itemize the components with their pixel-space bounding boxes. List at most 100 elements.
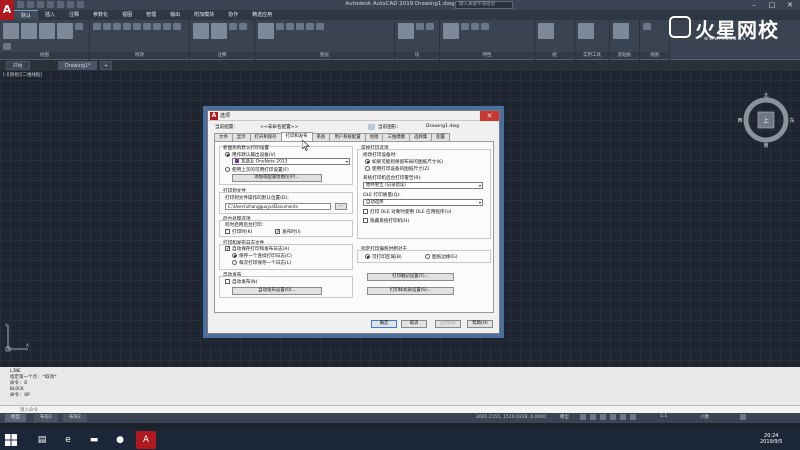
polyline-tool-icon[interactable] xyxy=(21,23,37,39)
offset-edge-radio[interactable] xyxy=(425,254,430,259)
line-tool-icon[interactable] xyxy=(3,23,19,39)
tab-profiles[interactable]: 配置 xyxy=(431,133,451,141)
model-space-toggle[interactable]: 模型 xyxy=(560,414,569,420)
tab-drafting[interactable]: 绘图 xyxy=(364,133,384,141)
ribbon-panel-label[interactable]: 视图 xyxy=(640,52,669,59)
paste-icon[interactable] xyxy=(613,23,629,39)
arc-tool-icon[interactable] xyxy=(57,23,73,39)
match-properties-icon[interactable] xyxy=(443,23,459,39)
ortho-icon[interactable] xyxy=(600,414,606,420)
autopublish-checkbox[interactable] xyxy=(225,279,230,284)
redo-icon[interactable] xyxy=(77,1,84,8)
tab-system[interactable]: 系统 xyxy=(311,133,331,141)
tab-files[interactable]: 文件 xyxy=(214,133,233,141)
tab-manage[interactable]: 管理 xyxy=(139,10,163,20)
application-menu-button[interactable]: A xyxy=(0,0,14,20)
plot-file-path-input[interactable]: C:\Users\zhangguoyu\Documents xyxy=(225,203,331,210)
browse-button[interactable]: ... xyxy=(335,203,347,210)
scale-tool-icon[interactable] xyxy=(163,23,171,30)
annotation-scale[interactable]: 1:1 xyxy=(660,414,667,419)
polar-icon[interactable] xyxy=(610,414,616,420)
add-plotter-button[interactable]: 添加或配置绘图仪(P)... xyxy=(232,174,322,182)
bg-publishing-checkbox[interactable]: ✓ xyxy=(275,229,280,235)
color-icon[interactable] xyxy=(461,23,469,30)
tab-collaborate[interactable]: 协作 xyxy=(221,10,245,20)
text-tool-icon[interactable] xyxy=(193,23,209,39)
ribbon-panel-label[interactable]: 块 xyxy=(395,52,439,59)
ribbon-panel-label[interactable]: 图层 xyxy=(255,52,394,59)
dialog-close-icon[interactable]: ✕ xyxy=(480,111,499,121)
dimension-tool-icon[interactable] xyxy=(211,23,227,39)
tab-layout1[interactable]: 布局1 xyxy=(34,414,58,422)
linetype-icon[interactable] xyxy=(481,23,489,30)
trim-tool-icon[interactable] xyxy=(113,23,121,30)
layer-lock-icon[interactable] xyxy=(306,23,314,30)
ole-app-checkbox[interactable] xyxy=(363,209,368,214)
layer-state-icon[interactable] xyxy=(276,23,284,30)
ribbon-panel-label[interactable]: 组 xyxy=(535,52,574,59)
compass-east[interactable]: 东 xyxy=(789,117,794,124)
file-explorer-icon[interactable]: ▤ xyxy=(32,431,52,449)
compass-north[interactable]: 北 xyxy=(763,92,768,99)
rotate-tool-icon[interactable] xyxy=(103,23,111,30)
apply-button[interactable]: 应用(A) xyxy=(435,320,461,328)
command-input[interactable]: 键入命令 xyxy=(0,405,800,413)
tab-insert[interactable]: 插入 xyxy=(38,10,62,20)
default-device-select[interactable]: 发送至 OneNote 2013 ▾ xyxy=(232,158,350,165)
undo-icon[interactable] xyxy=(67,1,74,8)
copy-tool-icon[interactable] xyxy=(123,23,131,30)
default-device-radio[interactable] xyxy=(225,152,230,157)
hatch-tool-icon[interactable] xyxy=(3,42,11,50)
save-icon[interactable] xyxy=(37,1,44,8)
tab-model[interactable]: 模型 xyxy=(5,414,26,422)
plot-icon[interactable] xyxy=(57,1,64,8)
last-used-radio[interactable] xyxy=(225,167,230,172)
rectangle-tool-icon[interactable] xyxy=(75,23,83,30)
group-icon[interactable] xyxy=(538,23,554,39)
tab-view[interactable]: 视图 xyxy=(115,10,139,20)
leader-tool-icon[interactable] xyxy=(229,23,237,30)
layer-match-icon[interactable] xyxy=(316,23,324,30)
customize-icon[interactable] xyxy=(740,414,746,420)
windows-start-icon[interactable] xyxy=(4,433,18,447)
tab-display[interactable]: 显示 xyxy=(231,133,251,141)
measure-icon[interactable] xyxy=(578,23,594,39)
tab-open-save[interactable]: 打开和保存 xyxy=(249,133,282,141)
layer-off-icon[interactable] xyxy=(286,23,294,30)
cancel-button[interactable]: 取消 xyxy=(401,320,427,328)
create-block-icon[interactable] xyxy=(416,23,424,30)
log-per-plot-radio[interactable] xyxy=(232,260,237,265)
tab-user-preferences[interactable]: 用户系统配置 xyxy=(329,133,366,141)
record-icon[interactable]: ● xyxy=(110,431,130,449)
close-icon[interactable]: ✕ xyxy=(781,0,799,10)
offset-printable-radio[interactable] xyxy=(365,254,370,259)
system-clock[interactable]: 20:24 2019/9/5 xyxy=(760,433,782,445)
new-file-icon[interactable] xyxy=(17,1,24,8)
ribbon-panel-label[interactable]: 修改 xyxy=(90,52,189,59)
autocad-taskbar-icon[interactable]: A xyxy=(136,431,156,449)
tab-default[interactable]: 默认 xyxy=(14,9,39,21)
ribbon-panel-label[interactable]: 实用工具 xyxy=(575,52,609,59)
viewcube[interactable]: 上 北 南 东 西 xyxy=(736,90,796,150)
tab-3d-modeling[interactable]: 三维建模 xyxy=(382,133,411,141)
spool-alert-select[interactable]: 始终警告 (记录错误) ▾ xyxy=(363,182,483,189)
ribbon-panel-label[interactable]: 注释 xyxy=(190,52,254,59)
browser-icon[interactable]: e xyxy=(58,431,78,449)
lineweight-icon[interactable] xyxy=(471,23,479,30)
plot-stamp-button[interactable]: 打印戳记设置(T)... xyxy=(367,273,454,281)
tab-addins[interactable]: 附加模块 xyxy=(187,10,221,20)
dialog-title-bar[interactable] xyxy=(208,111,499,121)
log-continuous-radio[interactable] xyxy=(232,253,237,258)
compass-west[interactable]: 西 xyxy=(737,118,742,124)
hide-system-printers-checkbox[interactable] xyxy=(363,218,368,223)
tab-featured-apps[interactable]: 精选应用 xyxy=(245,10,279,20)
ole-quality-select[interactable]: 自动选择 ▾ xyxy=(363,199,483,206)
stretch-tool-icon[interactable] xyxy=(153,23,161,30)
doc-tab-start[interactable]: 开始 xyxy=(6,61,30,70)
insert-block-icon[interactable] xyxy=(398,23,414,39)
open-file-icon[interactable] xyxy=(27,1,34,8)
plot-style-table-button[interactable]: 打印样式表设置(S)... xyxy=(367,287,454,295)
viewport-controls[interactable]: [-][俯视][二维线框] xyxy=(3,72,42,78)
tab-parametric[interactable]: 参数化 xyxy=(86,10,115,20)
edit-block-icon[interactable] xyxy=(426,23,434,30)
